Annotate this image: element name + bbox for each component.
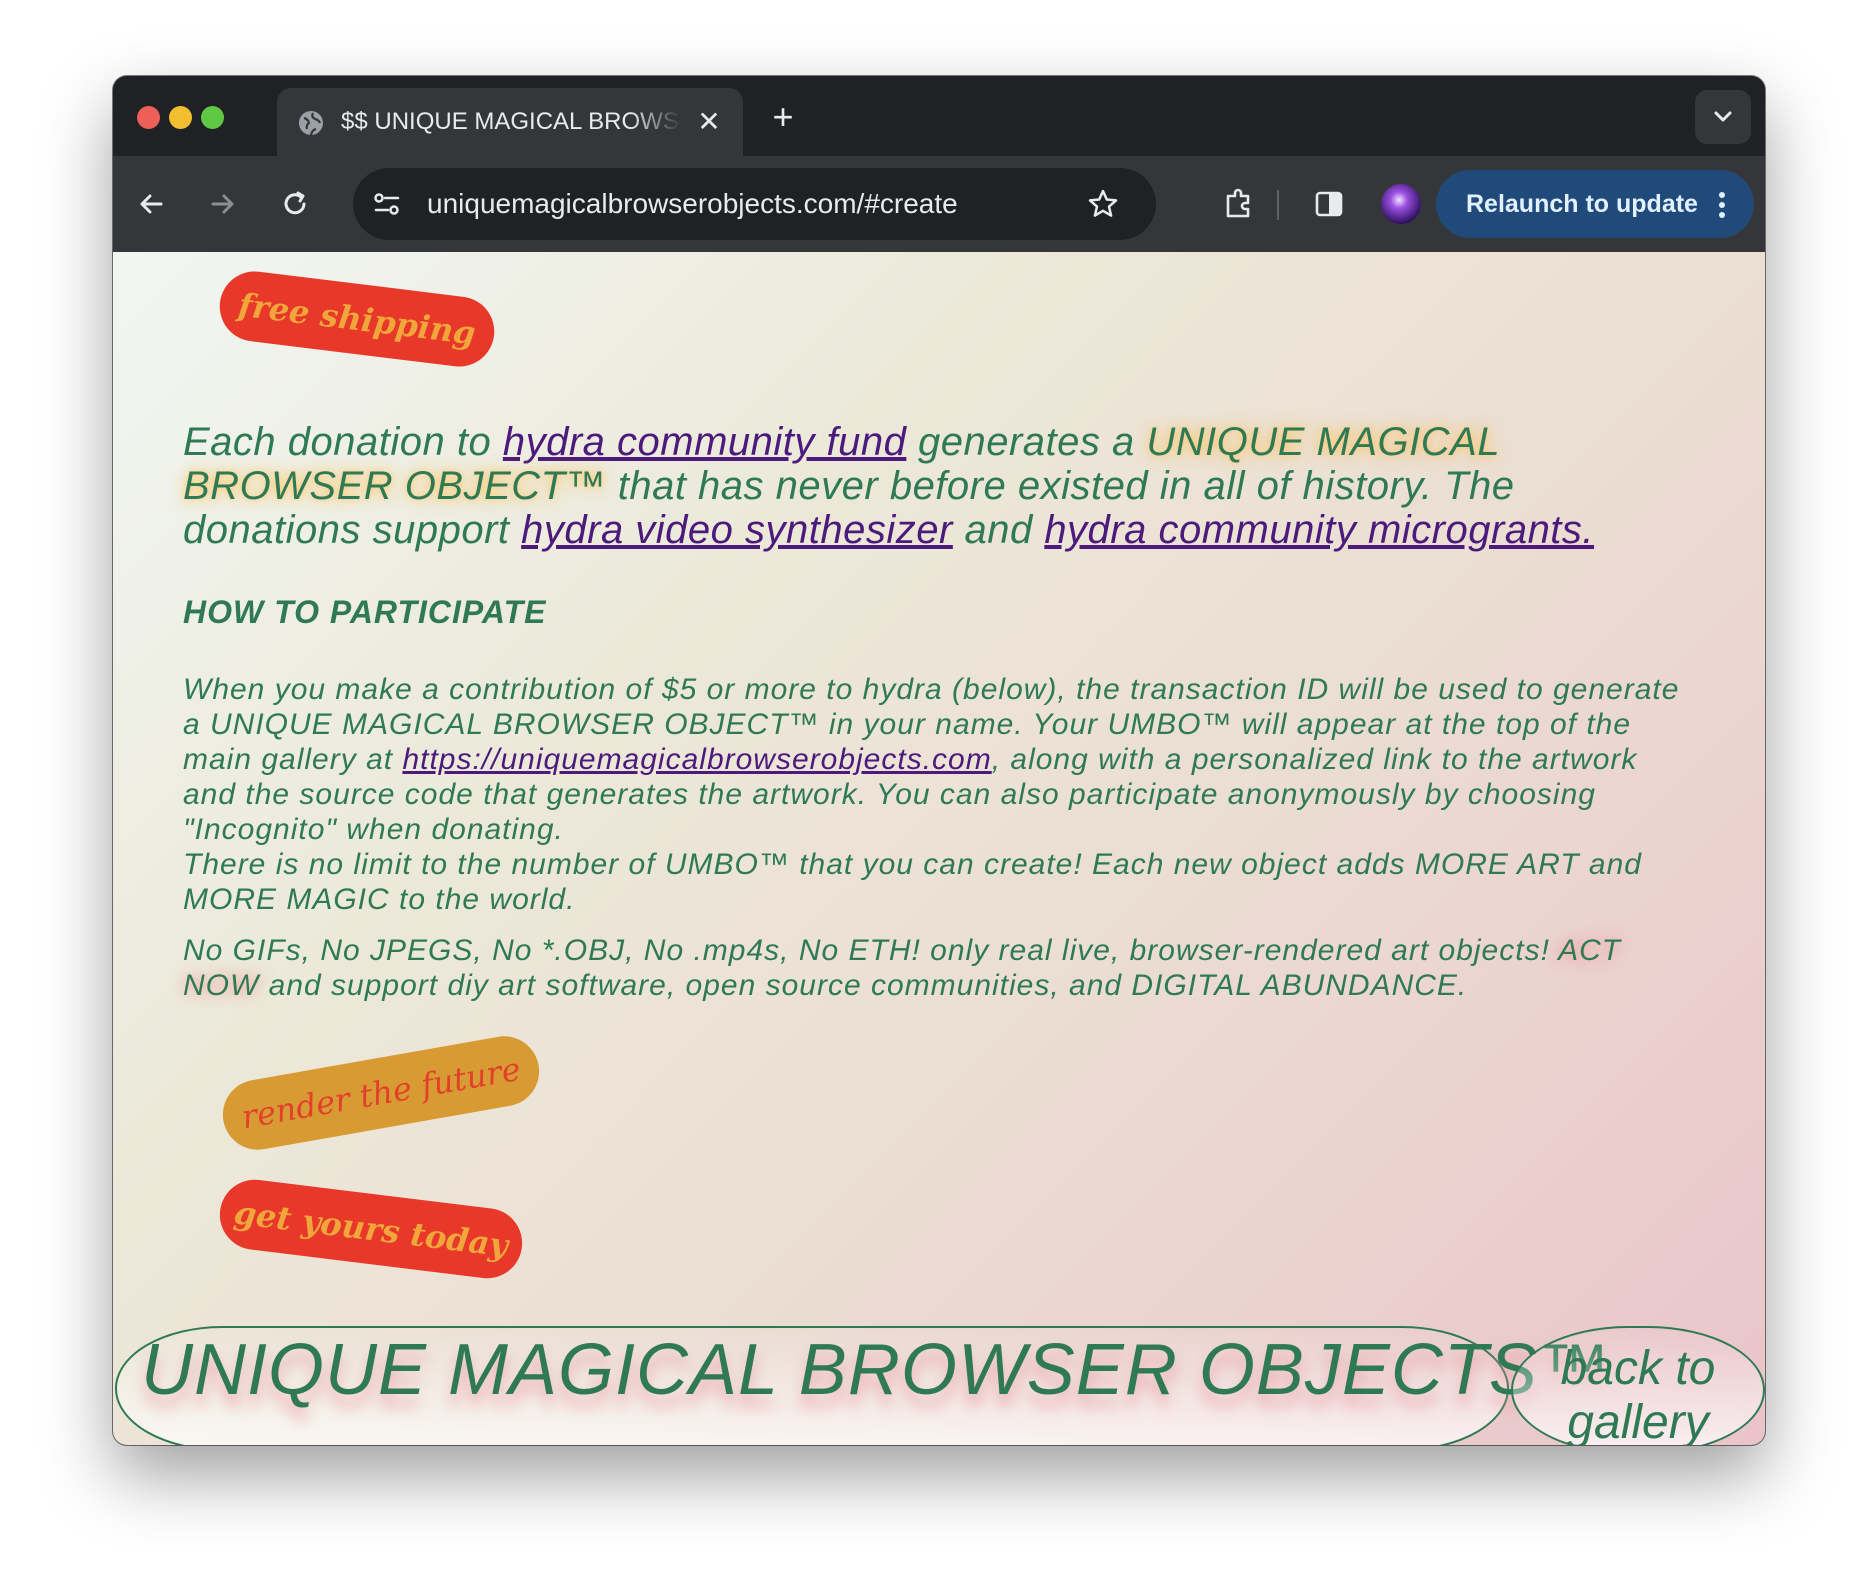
page-content: free shipping Each donation to hydra com… [113,252,1765,1445]
intro-paragraph: Each donation to hydra community fund ge… [183,420,1693,552]
back-label-line1: back to [1560,1342,1716,1395]
hydra-video-synthesizer-link[interactable]: hydra video synthesizer [521,508,953,552]
browser-window: $$ UNIQUE MAGICAL BROWSER OBJECTS ✕ + [113,76,1765,1445]
participate-paragraph: When you make a contribution of $5 or mo… [183,672,1693,847]
act-now-text: No GIFs, No JPEGS, No *.OBJ, No .mp4s, N… [183,934,1559,967]
side-panel-icon[interactable] [1309,184,1349,224]
close-tab-icon[interactable]: ✕ [695,108,723,136]
browser-toolbar: uniquemagicalbrowserobjects.com/#create … [113,156,1765,252]
bookmark-star-icon[interactable] [1083,184,1123,224]
maximize-window-button[interactable] [201,106,224,129]
act-now-text: and support diy art software, open sourc… [259,969,1468,1002]
back-to-gallery-label: back to gallery [1513,1342,1763,1445]
no-limit-paragraph: There is no limit to the number of UMBO™… [183,848,1642,916]
back-to-gallery-button[interactable]: back to gallery [1511,1326,1765,1445]
site-title: UNIQUE MAGICAL BROWSER OBJECTS™ [141,1330,1611,1410]
active-tab[interactable]: $$ UNIQUE MAGICAL BROWSER OBJECTS ✕ [277,88,743,156]
reload-icon[interactable] [275,184,315,224]
site-settings-icon[interactable] [369,186,405,222]
new-tab-button[interactable]: + [765,99,801,136]
toolbar-divider [1277,190,1279,220]
act-now-paragraph: No GIFs, No JPEGS, No *.OBJ, No .mp4s, N… [183,933,1693,1003]
tab-title: $$ UNIQUE MAGICAL BROWSER OBJECTS [341,108,681,135]
back-arrow-icon[interactable] [131,184,171,224]
address-bar[interactable]: uniquemagicalbrowserobjects.com/#create [353,168,1156,240]
gallery-url-link[interactable]: https://uniquemagicalbrowserobjects.com [402,743,991,776]
close-window-button[interactable] [137,106,160,129]
relaunch-label: Relaunch to update [1466,190,1698,218]
get-yours-today-sticker: get yours today [215,1175,527,1283]
hydra-community-fund-link[interactable]: hydra community fund [503,420,907,464]
extensions-icon[interactable] [1219,184,1259,224]
intro-text: Each donation to [183,420,503,464]
globe-icon [299,111,323,136]
relaunch-to-update-button[interactable]: Relaunch to update [1436,170,1754,238]
hydra-community-microgrants-link[interactable]: hydra community microgrants. [1044,508,1594,552]
render-the-future-sticker: render the future [217,1030,545,1156]
chevron-down-icon [1714,111,1732,122]
tab-search-button[interactable] [1695,90,1751,144]
tab-strip: $$ UNIQUE MAGICAL BROWSER OBJECTS ✕ + [113,76,1765,156]
site-title-banner[interactable]: UNIQUE MAGICAL BROWSER OBJECTS™ [115,1326,1610,1445]
free-shipping-sticker: free shipping [215,267,499,371]
intro-text: and [952,508,1045,552]
forward-arrow-icon[interactable] [203,184,243,224]
url-text[interactable]: uniquemagicalbrowserobjects.com/#create [427,186,958,222]
back-label-line2: gallery [1567,1396,1709,1445]
intro-text: generates a [906,420,1147,464]
more-menu-icon[interactable] [1712,190,1732,220]
minimize-window-button[interactable] [169,106,192,129]
how-to-participate-heading: HOW TO PARTICIPATE [183,594,547,630]
profile-avatar-icon[interactable] [1379,182,1423,226]
